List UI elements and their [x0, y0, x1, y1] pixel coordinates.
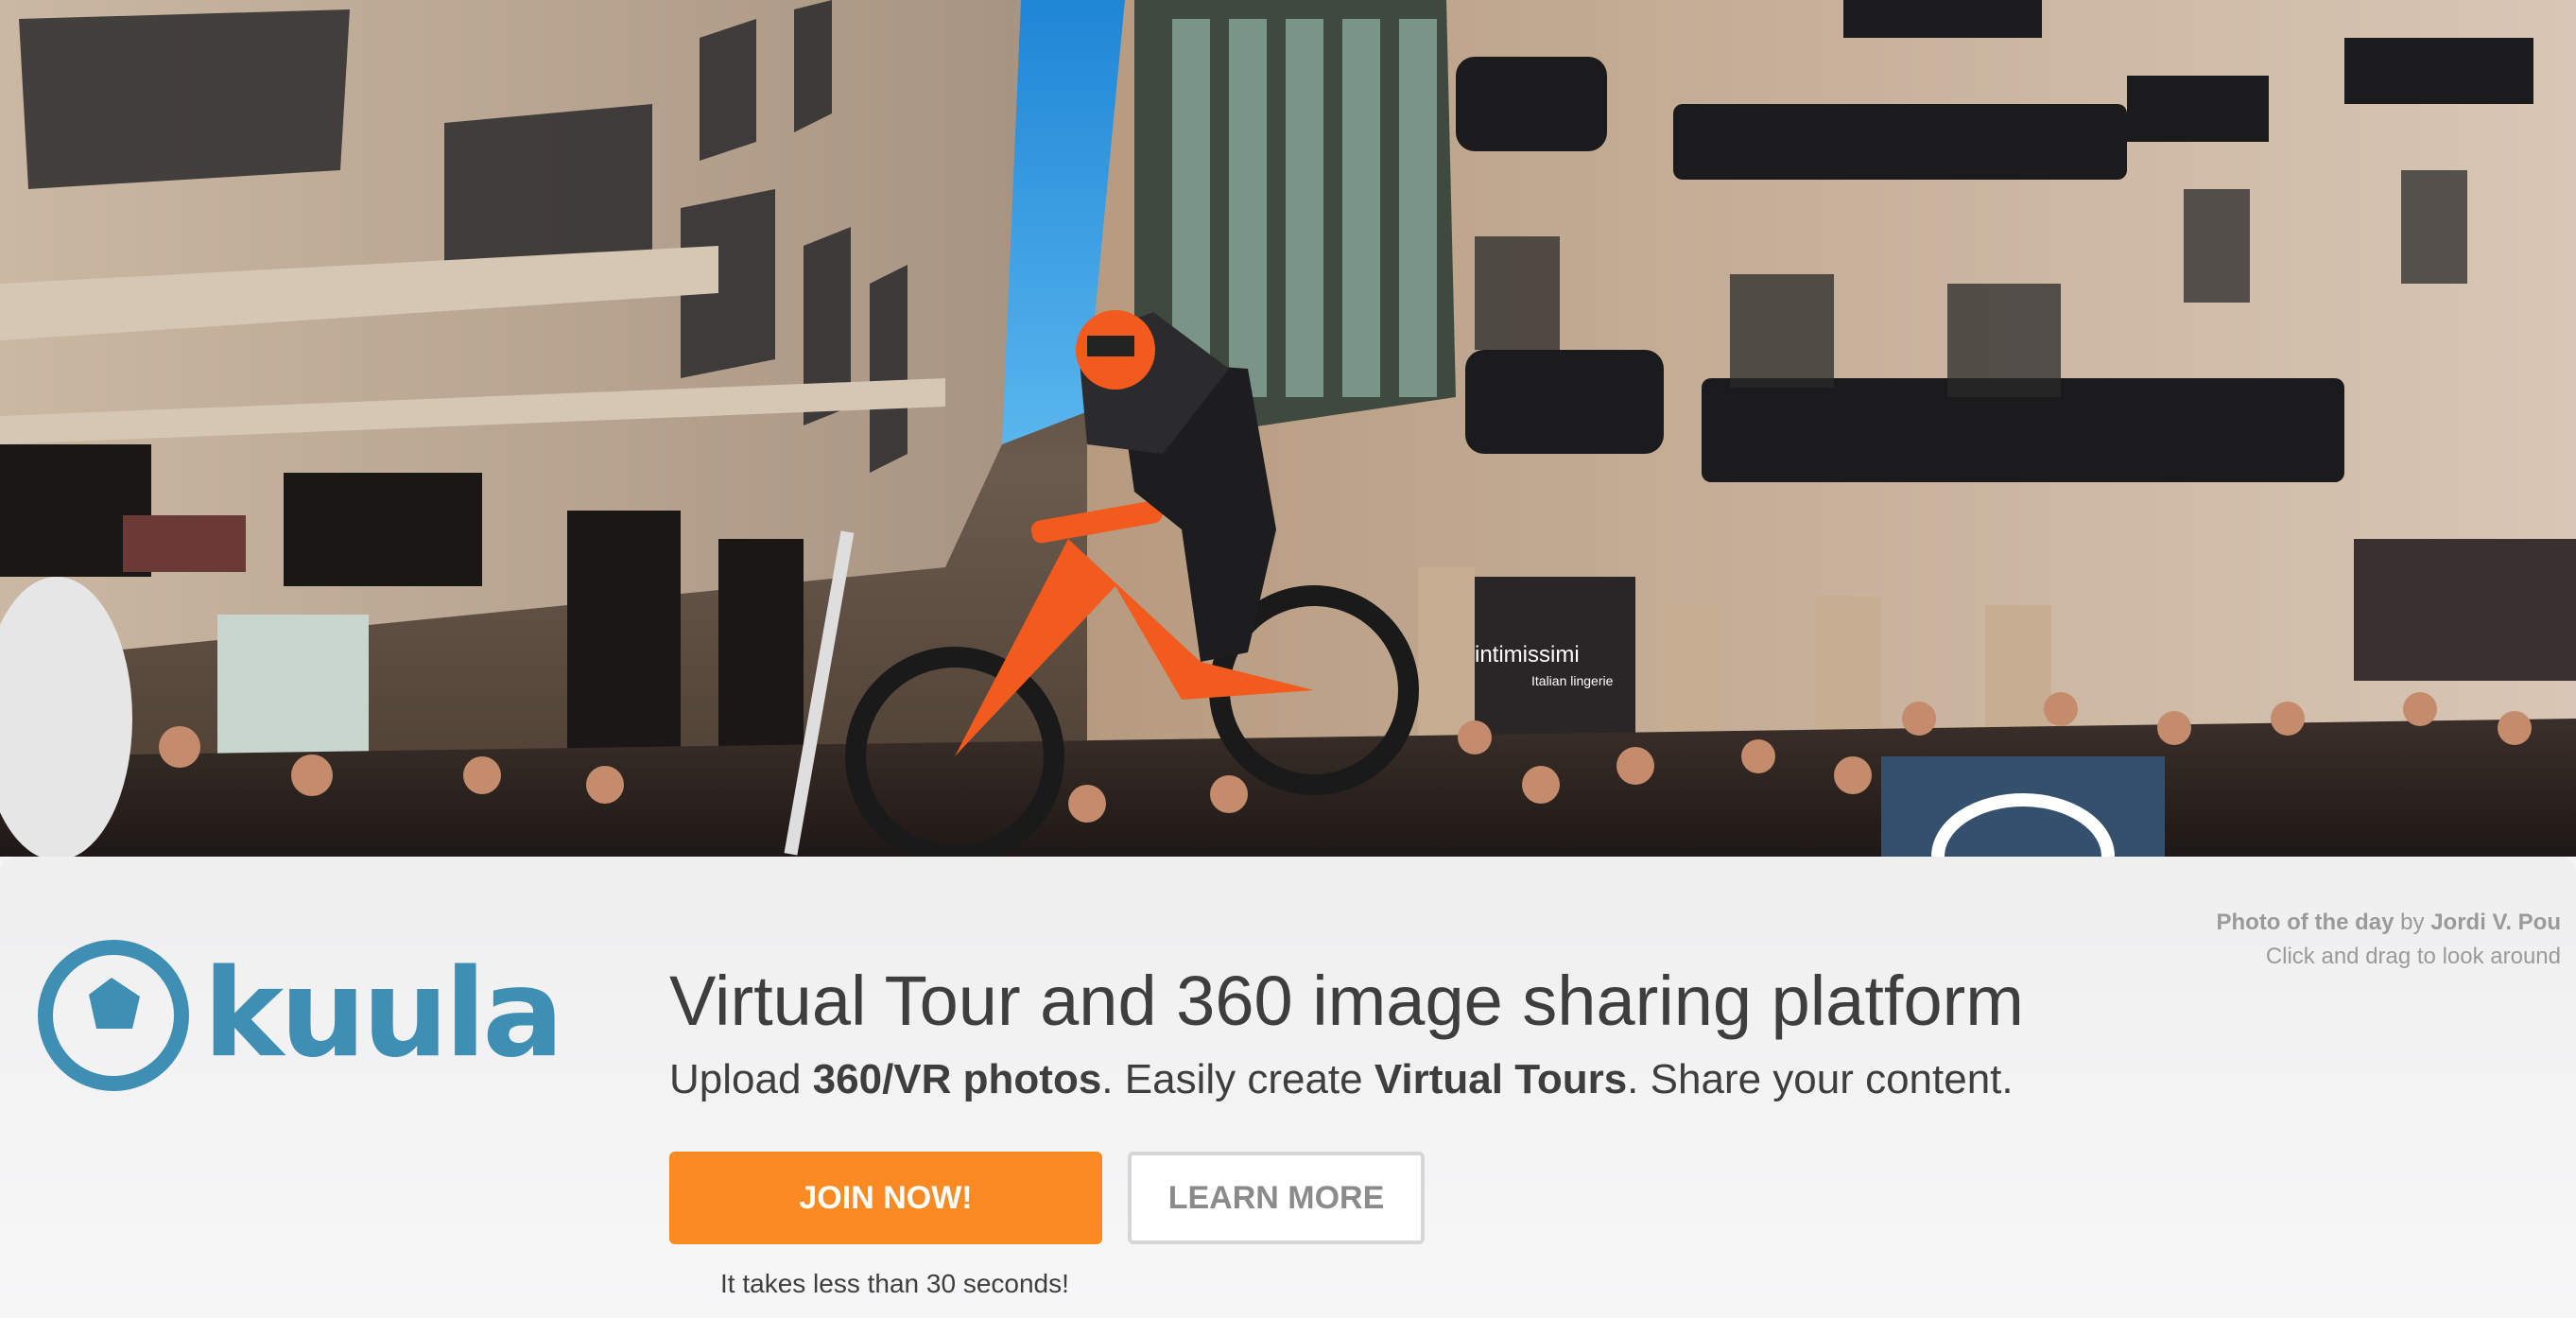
credit-by: by: [2400, 910, 2425, 935]
subline-bold-2: Virtual Tours: [1374, 1056, 1628, 1102]
storefront-subsign: Italian lingerie: [1531, 673, 1614, 688]
kuula-logo-icon: [38, 940, 189, 1091]
photo-of-the-day-label: Photo of the day: [2216, 910, 2394, 935]
drag-hint: Click and drag to look around: [2265, 944, 2561, 969]
subline-part-2: . Easily create: [1101, 1056, 1374, 1102]
photo-credit: Photo of the day by Jordi V. Pou Click a…: [2216, 906, 2561, 974]
join-now-button[interactable]: JOIN NOW!: [669, 1152, 1102, 1244]
panorama-image[interactable]: intimissimi Italian lingerie: [0, 0, 2576, 857]
storefront-sign: intimissimi: [1475, 642, 1580, 668]
page: intimissimi Italian lingerie Photo of th…: [0, 0, 2576, 1318]
subline-bold-1: 360/VR photos: [812, 1056, 1102, 1102]
panorama-viewer[interactable]: intimissimi Italian lingerie: [0, 0, 2576, 857]
page-headline: Virtual Tour and 360 image sharing platf…: [669, 962, 2024, 1040]
signup-time-note: It takes less than 30 seconds!: [720, 1269, 1069, 1298]
photo-credit-line: Photo of the day by Jordi V. Pou: [2216, 906, 2561, 940]
subline-part-3: . Share your content.: [1627, 1056, 2014, 1102]
subline-part-1: Upload: [669, 1056, 813, 1102]
learn-more-button[interactable]: LEARN MORE: [1128, 1152, 1425, 1244]
page-subheadline: Upload 360/VR photos. Easily create Virt…: [669, 1053, 2014, 1106]
landing-panel: Photo of the day by Jordi V. Pou Click a…: [0, 857, 2576, 1318]
kuula-logo-text: kuula: [203, 944, 564, 1084]
photo-author-link[interactable]: Jordi V. Pou: [2430, 910, 2561, 935]
kuula-logo[interactable]: kuula: [38, 936, 564, 1097]
